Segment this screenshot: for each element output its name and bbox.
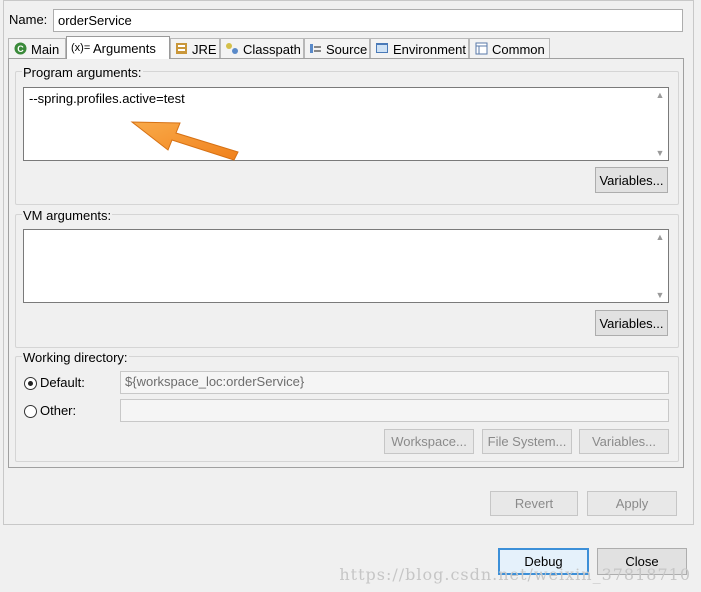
jre-icon — [175, 42, 188, 56]
tab-classpath[interactable]: Classpath — [220, 38, 304, 59]
tab-jre[interactable]: JRE — [170, 38, 220, 59]
watermark: https://blog.csdn.net/weixin_37818710 — [339, 565, 691, 584]
name-input[interactable]: orderService — [53, 9, 683, 32]
main-icon: C — [13, 42, 27, 56]
tab-bar: C Main (x)= Arguments JRE Classpath Sour… — [8, 36, 688, 59]
program-arguments-label: Program arguments: — [22, 65, 143, 80]
name-label: Name: — [9, 12, 48, 27]
default-directory-field: ${workspace_loc:orderService} — [120, 371, 669, 394]
other-directory-field[interactable] — [120, 399, 669, 422]
tab-label: JRE — [192, 41, 217, 57]
environment-icon — [375, 42, 389, 56]
svg-text:C: C — [17, 44, 24, 54]
tab-label: Common — [492, 41, 545, 57]
other-radio[interactable] — [24, 405, 37, 418]
tab-label: Arguments — [93, 40, 156, 56]
tab-label: Classpath — [243, 41, 301, 57]
program-arguments-value: --spring.profiles.active=test — [29, 91, 185, 106]
apply-button[interactable]: Apply — [587, 491, 677, 516]
tab-environment[interactable]: Environment — [370, 38, 469, 59]
scroll-down-icon[interactable]: ▼ — [654, 290, 666, 300]
vm-arguments-textarea[interactable]: ▲ ▼ — [23, 229, 669, 303]
source-icon — [309, 42, 322, 56]
vm-arguments-label: VM arguments: — [22, 208, 113, 223]
scroll-up-icon[interactable]: ▲ — [654, 90, 666, 100]
tab-label: Main — [31, 41, 60, 57]
default-label: Default: — [40, 375, 85, 390]
default-radio[interactable] — [24, 377, 37, 390]
wd-variables-button[interactable]: Variables... — [579, 429, 669, 454]
tab-source[interactable]: Source — [304, 38, 370, 59]
revert-button[interactable]: Revert — [490, 491, 578, 516]
arguments-panel: Program arguments: --spring.profiles.act… — [8, 58, 684, 468]
tab-common[interactable]: Common — [469, 38, 550, 59]
common-icon — [474, 42, 488, 56]
scroll-up-icon[interactable]: ▲ — [654, 232, 666, 242]
tab-label: Environment — [393, 41, 466, 57]
other-label: Other: — [40, 403, 77, 418]
workspace-button[interactable]: Workspace... — [384, 429, 474, 454]
tab-label: Source — [326, 41, 368, 57]
file-system-button[interactable]: File System... — [482, 429, 572, 454]
program-variables-button[interactable]: Variables... — [595, 167, 668, 193]
tab-main[interactable]: C Main — [8, 38, 66, 59]
vm-variables-button[interactable]: Variables... — [595, 310, 668, 336]
scroll-down-icon[interactable]: ▼ — [654, 148, 666, 158]
tab-arguments[interactable]: (x)= Arguments — [66, 36, 170, 59]
arguments-icon: (x)= — [71, 42, 91, 54]
annotation-arrow-icon — [130, 121, 239, 161]
working-directory-label: Working directory: — [22, 350, 129, 365]
classpath-icon — [225, 42, 239, 56]
